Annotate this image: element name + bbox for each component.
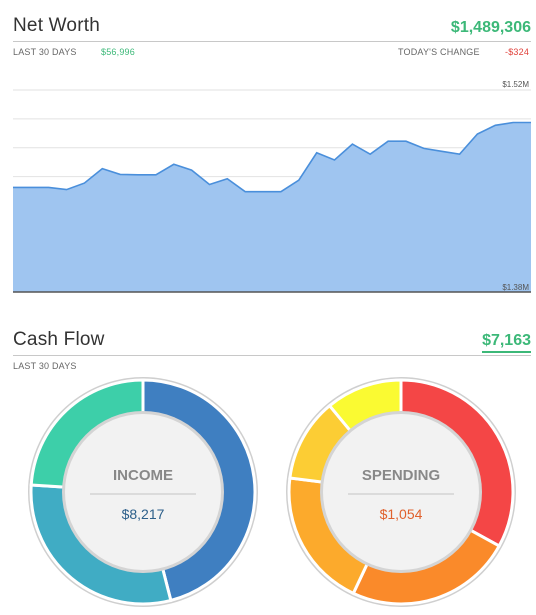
net-worth-point[interactable] <box>422 146 426 150</box>
net-worth-period-change: $56,996 <box>101 47 135 57</box>
net-worth-point[interactable] <box>350 142 354 146</box>
income-center <box>65 414 221 570</box>
y-tick-min: $1.38M <box>502 283 529 292</box>
net-worth-point[interactable] <box>386 139 390 143</box>
net-worth-chart[interactable]: $1.52M $1.38M <box>13 78 531 298</box>
net-worth-point[interactable] <box>118 172 122 176</box>
net-worth-point[interactable] <box>404 139 408 143</box>
cash-flow-value[interactable]: $7,163 <box>482 332 531 353</box>
spending-label: SPENDING <box>362 467 440 484</box>
net-worth-value[interactable]: $1,489,306 <box>451 19 531 37</box>
net-worth-point[interactable] <box>47 185 51 189</box>
net-worth-point[interactable] <box>315 151 319 155</box>
net-worth-header: Net Worth $1,489,306 <box>13 8 531 42</box>
net-worth-point[interactable] <box>297 178 301 182</box>
net-worth-point[interactable] <box>65 188 69 192</box>
net-worth-point[interactable] <box>190 168 194 172</box>
spending-center <box>323 414 479 570</box>
net-worth-point[interactable] <box>100 167 104 171</box>
net-worth-point[interactable] <box>29 185 33 189</box>
income-donut[interactable]: INCOME $8,217 <box>28 377 258 607</box>
net-worth-point[interactable] <box>154 173 158 177</box>
net-worth-period-label: LAST 30 DAYS <box>13 47 77 57</box>
net-worth-point[interactable] <box>458 152 462 156</box>
todays-change-label: TODAY'S CHANGE <box>398 47 480 57</box>
cash-flow-title: Cash Flow <box>13 329 105 350</box>
cash-flow-donuts: INCOME $8,217 SPENDING $1,054 <box>28 377 516 607</box>
spending-donut[interactable]: SPENDING $1,054 <box>286 377 516 607</box>
spending-value: $1,054 <box>380 506 423 522</box>
income-label: INCOME <box>113 467 173 484</box>
net-worth-point[interactable] <box>475 132 479 136</box>
net-worth-title: Net Worth <box>13 15 100 36</box>
net-worth-point[interactable] <box>172 162 176 166</box>
net-worth-point[interactable] <box>333 158 337 162</box>
net-worth-point[interactable] <box>493 123 497 127</box>
cash-flow-header: Cash Flow $7,163 <box>13 322 531 356</box>
net-worth-point[interactable] <box>82 181 86 185</box>
net-worth-point[interactable] <box>225 177 229 181</box>
income-value: $8,217 <box>122 506 165 522</box>
net-worth-point[interactable] <box>243 190 247 194</box>
net-worth-point[interactable] <box>279 190 283 194</box>
todays-change-value: -$324 <box>505 47 530 57</box>
net-worth-point[interactable] <box>207 183 211 187</box>
net-worth-point[interactable] <box>368 152 372 156</box>
net-worth-point[interactable] <box>440 149 444 153</box>
y-tick-max: $1.52M <box>502 80 529 89</box>
net-worth-point[interactable] <box>511 120 515 124</box>
net-worth-point[interactable] <box>261 190 265 194</box>
net-worth-point[interactable] <box>136 173 140 177</box>
